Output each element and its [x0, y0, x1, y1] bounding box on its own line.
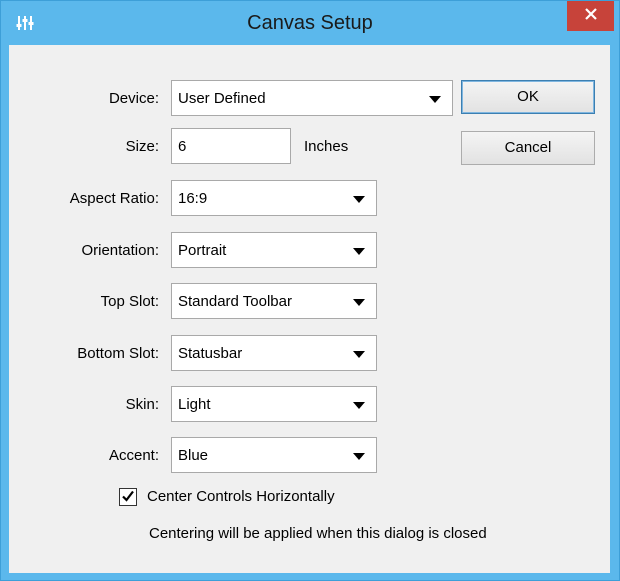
close-icon [584, 7, 598, 26]
chevron-down-icon [353, 453, 365, 460]
aspect-ratio-label: Aspect Ratio: [69, 190, 159, 207]
accent-dropdown[interactable]: Blue [171, 437, 377, 473]
accent-label: Accent: [108, 447, 159, 464]
chevron-down-icon [353, 299, 365, 306]
size-unit-label: Inches [304, 138, 349, 155]
top-slot-dropdown[interactable]: Standard Toolbar [171, 283, 377, 319]
orientation-dropdown[interactable]: Portrait [171, 232, 377, 268]
bottom-slot-label: Bottom Slot: [77, 345, 159, 362]
skin-value: Light [178, 396, 211, 413]
orientation-label: Orientation: [81, 242, 159, 259]
device-label: Device: [108, 90, 159, 107]
chevron-down-icon [353, 351, 365, 358]
size-value: 6 [178, 138, 187, 155]
device-value: User Defined [178, 90, 266, 107]
window-title: Canvas Setup [247, 12, 373, 34]
aspect-ratio-value: 16:9 [178, 190, 208, 207]
size-input[interactable]: 6 [171, 128, 291, 164]
close-button[interactable] [567, 1, 614, 31]
ok-button[interactable]: OK [461, 80, 595, 114]
center-controls-label: Center Controls Horizontally [147, 488, 335, 505]
device-dropdown[interactable]: User Defined [171, 80, 453, 116]
chevron-down-icon [429, 96, 441, 103]
top-slot-value: Standard Toolbar [178, 293, 292, 310]
chevron-down-icon [353, 248, 365, 255]
bottom-slot-value: Statusbar [178, 345, 243, 362]
top-slot-label: Top Slot: [100, 293, 159, 310]
chevron-down-icon [353, 402, 365, 409]
orientation-value: Portrait [178, 242, 227, 259]
check-icon [121, 489, 135, 508]
aspect-ratio-dropdown[interactable]: 16:9 [171, 180, 377, 216]
center-controls-checkbox[interactable] [119, 488, 137, 506]
cancel-button[interactable]: Cancel [461, 131, 595, 165]
accent-value: Blue [178, 447, 209, 464]
size-label: Size: [125, 138, 159, 155]
title-bar[interactable]: Canvas Setup [1, 1, 619, 45]
chevron-down-icon [353, 196, 365, 203]
skin-dropdown[interactable]: Light [171, 386, 377, 422]
canvas-setup-dialog: Canvas Setup Device: User Defined Size: … [0, 0, 620, 581]
skin-label: Skin: [125, 396, 159, 413]
dialog-body: Device: User Defined Size: 6 Inches Aspe… [9, 45, 610, 573]
centering-note: Centering will be applied when this dial… [149, 525, 487, 542]
bottom-slot-dropdown[interactable]: Statusbar [171, 335, 377, 371]
